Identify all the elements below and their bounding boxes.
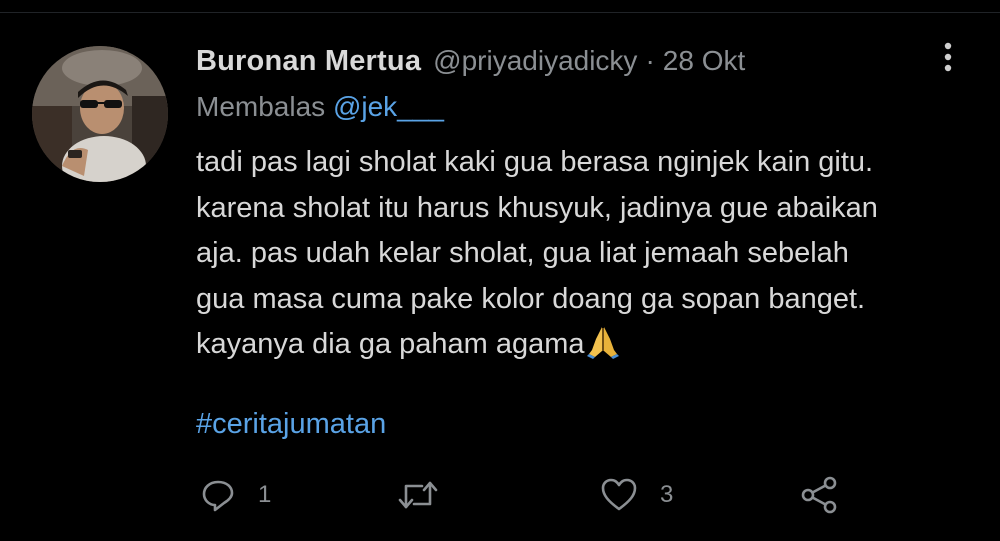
tweet-header: Buronan Mertua @priyadiyadicky · 28 Okt	[196, 42, 745, 82]
tweet-date[interactable]: 28 Okt	[663, 42, 745, 80]
retweet-icon	[397, 477, 439, 513]
tweet-text-line: gua masa cuma pake kolor doang ga sopan …	[196, 282, 866, 315]
tweet[interactable]: Buronan Mertua @priyadiyadicky · 28 Okt …	[0, 0, 1000, 541]
tweet-text-line: karena sholat itu harus khusyuk, jadinya…	[196, 191, 878, 224]
like-count: 3	[660, 481, 674, 508]
like-button[interactable]: 3	[600, 470, 673, 520]
tweet-text-line: kayanya dia ga paham agama	[196, 328, 585, 360]
action-bar: 1 3	[0, 470, 1000, 520]
reply-context: Membalas @jek___	[196, 88, 444, 126]
separator-dot: ·	[645, 45, 655, 76]
share-button[interactable]	[800, 470, 840, 520]
tweet-text-last-line: kayanya dia ga paham agama	[196, 322, 976, 368]
heart-icon	[600, 477, 638, 513]
reply-icon	[200, 477, 236, 513]
tweet-text-line: tadi pas lagi sholat kaki gua berasa ngi…	[196, 146, 874, 178]
avatar[interactable]	[32, 46, 168, 182]
hashtag-link[interactable]: #ceritajumatan	[196, 404, 386, 444]
reply-prefix: Membalas	[196, 91, 326, 122]
reply-to-handle[interactable]: @jek___	[333, 91, 444, 122]
folded-hands-emoji	[585, 323, 621, 359]
tweet-text: tadi pas lagi sholat kaki gua berasa ngi…	[196, 140, 976, 368]
tweet-text-line: aja. pas udah kelar sholat, gua liat jem…	[196, 237, 849, 269]
share-icon	[800, 475, 840, 515]
retweet-button[interactable]	[397, 470, 439, 520]
reply-count: 1	[258, 481, 272, 508]
more-options-icon[interactable]	[934, 40, 962, 76]
display-name[interactable]: Buronan Mertua	[196, 42, 421, 80]
avatar-photo	[32, 46, 168, 182]
reply-button[interactable]: 1	[200, 470, 271, 520]
user-handle[interactable]: @priyadiyadicky	[433, 42, 637, 80]
